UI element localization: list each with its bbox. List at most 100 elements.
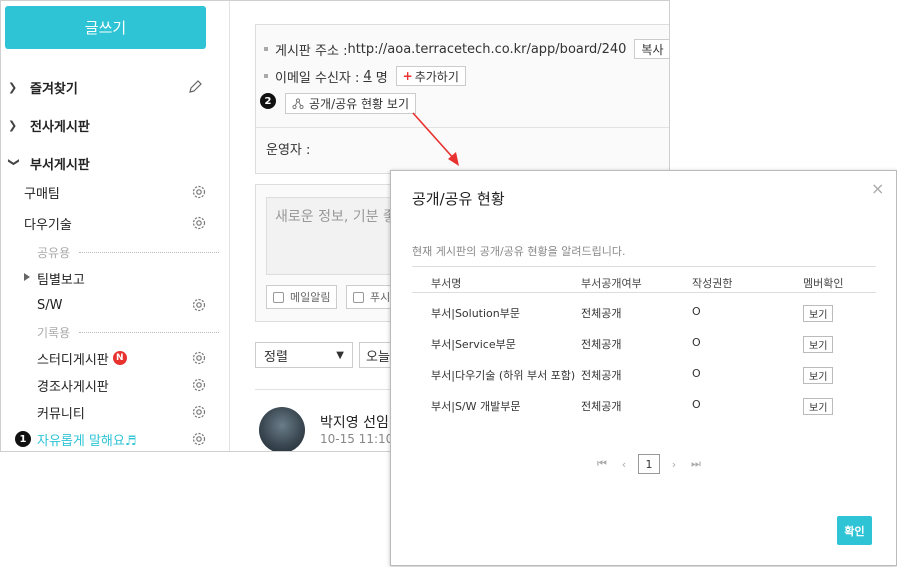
public-cell: 전체공개 [581,369,622,382]
board-info-box: 게시판 주소 : http://aoa.terracetech.co.kr/ap… [255,24,669,174]
modal-description: 현재 게시판의 공개/공유 현황을 알려드립니다. [412,245,626,258]
group-label-shared: 공유용 [37,246,71,260]
gear-icon[interactable] [191,404,207,420]
company-boards-label: 전사게시판 [30,119,90,135]
gear-icon[interactable] [191,184,207,200]
chevron-right-icon: ❯ [8,80,18,94]
sidebar-section-dept[interactable]: ❯ 부서게시판 [1,151,230,175]
add-button-label: 추가하기 [414,69,459,84]
column-header: 부서공개여부 [581,277,642,290]
sidebar-item-condolence[interactable]: 경조사게시판 [1,373,230,397]
auth-cell: O [692,305,701,318]
prev-page-icon[interactable]: ‹ [613,458,635,471]
mail-notify-checkbox[interactable]: 메일알림 [266,285,338,309]
confirm-button[interactable]: 확인 [837,516,872,545]
column-header: 작성권한 [692,277,733,290]
sort-select[interactable]: 정렬 ▼ [255,342,353,368]
view-members-button[interactable]: 보기 [803,398,834,415]
auth-cell: O [692,398,701,411]
public-cell: 전체공개 [581,307,622,320]
page-number[interactable]: 1 [638,454,660,474]
email-label: 이메일 수신자 : [275,70,360,86]
add-recipient-button[interactable]: + 추가하기 [395,66,466,86]
view-members-button[interactable]: 보기 [803,336,834,353]
chevron-down-icon: ❯ [7,157,21,167]
email-row: 이메일 수신자 : 4 명 + 추가하기 [264,66,466,86]
sidebar-item-label: 스터디게시판 [37,352,109,368]
share-status-modal: 공개/공유 현황 × 현재 게시판의 공개/공유 현황을 알려드립니다. 부서명… [390,170,897,566]
divider [256,127,669,128]
bullet-icon [264,74,268,78]
favorites-label: 즐겨찾기 [30,81,78,97]
public-cell: 전체공개 [581,338,622,351]
group-label-record: 기록용 [37,326,71,340]
pencil-icon[interactable] [187,79,203,95]
sidebar-item-label: 구매팀 [24,186,60,202]
dept-cell: 부서|S/W 개발부문 [431,400,521,413]
gear-icon[interactable] [191,297,207,313]
chevron-right-icon: ❯ [8,118,18,132]
column-header: 멤버확인 [803,277,844,290]
sidebar-item-daou[interactable]: 다우기술 [1,211,230,235]
table-row: 부서|Solution부문 전체공개 O 보기 [412,297,876,328]
sort-label: 정렬 [264,349,288,365]
view-members-button[interactable]: 보기 [803,367,834,384]
new-badge: N [112,351,127,365]
gear-icon[interactable] [191,377,207,393]
avatar[interactable] [259,407,305,451]
divider [79,252,219,253]
gear-icon[interactable] [191,350,207,366]
plus-icon: + [402,69,413,83]
post-date: 10-15 11:10 [320,432,394,446]
date-filter-label: 오늘 [366,349,390,365]
sidebar-item-team-report[interactable]: 팀별보고 [1,266,230,290]
sidebar-item-study-wrap: 스터디게시판 N [37,349,127,368]
gear-icon[interactable] [191,215,207,231]
board-address-url: http://aoa.terracetech.co.kr/app/board/2… [347,41,627,57]
share-status-button[interactable]: 공개/공유 현황 보기 [285,93,416,114]
auth-cell: O [692,336,701,349]
dept-cell: 부서|Solution부문 [431,307,520,320]
write-button[interactable]: 글쓰기 [5,6,206,49]
sidebar: 글쓰기 ❯ 즐겨찾기 ❯ 전사게시판 ❯ 부서게시판 구매팀 다우기술 공유용 … [1,1,230,451]
auth-cell: O [692,367,701,380]
bullet-icon [264,47,268,51]
table-row: 부서|S/W 개발부문 전체공개 O 보기 [412,390,876,421]
board-address-label: 게시판 주소 : [275,43,348,59]
sidebar-item-label: 자유롭게 말해요♬ [37,433,137,449]
push-notify-label: 푸시 [370,291,391,304]
public-cell: 전체공개 [581,400,622,413]
close-icon[interactable]: × [871,179,884,198]
step-marker-2: 2 [260,93,276,109]
copy-button[interactable]: 복사 [634,39,669,59]
sidebar-section-company[interactable]: ❯ 전사게시판 [1,113,230,137]
view-members-button[interactable]: 보기 [803,305,834,322]
dept-cell: 부서|다우기술 (하위 부서 포함) [431,369,576,382]
share-button-label: 공개/공유 현황 보기 [309,97,409,111]
pagination: ⏮ ‹ 1 › ⏭ [591,454,707,474]
sidebar-item-community[interactable]: 커뮤니티 [1,400,230,424]
modal-title: 공개/공유 현황 [412,190,505,208]
sidebar-section-favorites[interactable]: ❯ 즐겨찾기 [1,75,230,99]
next-page-icon[interactable]: › [663,458,685,471]
sidebar-item-study[interactable]: 스터디게시판 N [1,346,230,370]
sidebar-item-free-talk[interactable]: 자유롭게 말해요♬ [1,427,230,451]
email-unit: 명 [375,70,388,86]
dept-cell: 부서|Service부문 [431,338,516,351]
sidebar-item-label: S/W [37,297,63,313]
first-page-icon[interactable]: ⏮ [591,457,613,471]
dept-boards-label: 부서게시판 [30,157,90,173]
gear-icon[interactable] [191,431,207,447]
divider [79,332,219,333]
column-header: 부서명 [431,277,462,290]
email-count[interactable]: 4 [363,69,371,84]
sidebar-item-label: 커뮤니티 [37,406,85,422]
post-author[interactable]: 박지영 선임 [320,412,389,432]
sidebar-item-purchasing[interactable]: 구매팀 [1,180,230,204]
last-page-icon[interactable]: ⏭ [685,457,707,471]
table-header: 부서명 부서공개여부 작성권한 멤버확인 [412,266,876,293]
checkbox-icon [353,291,364,303]
caret-down-icon: ▼ [336,349,344,361]
sidebar-item-label: 팀별보고 [37,272,85,288]
sidebar-item-sw[interactable]: S/W [1,293,230,317]
